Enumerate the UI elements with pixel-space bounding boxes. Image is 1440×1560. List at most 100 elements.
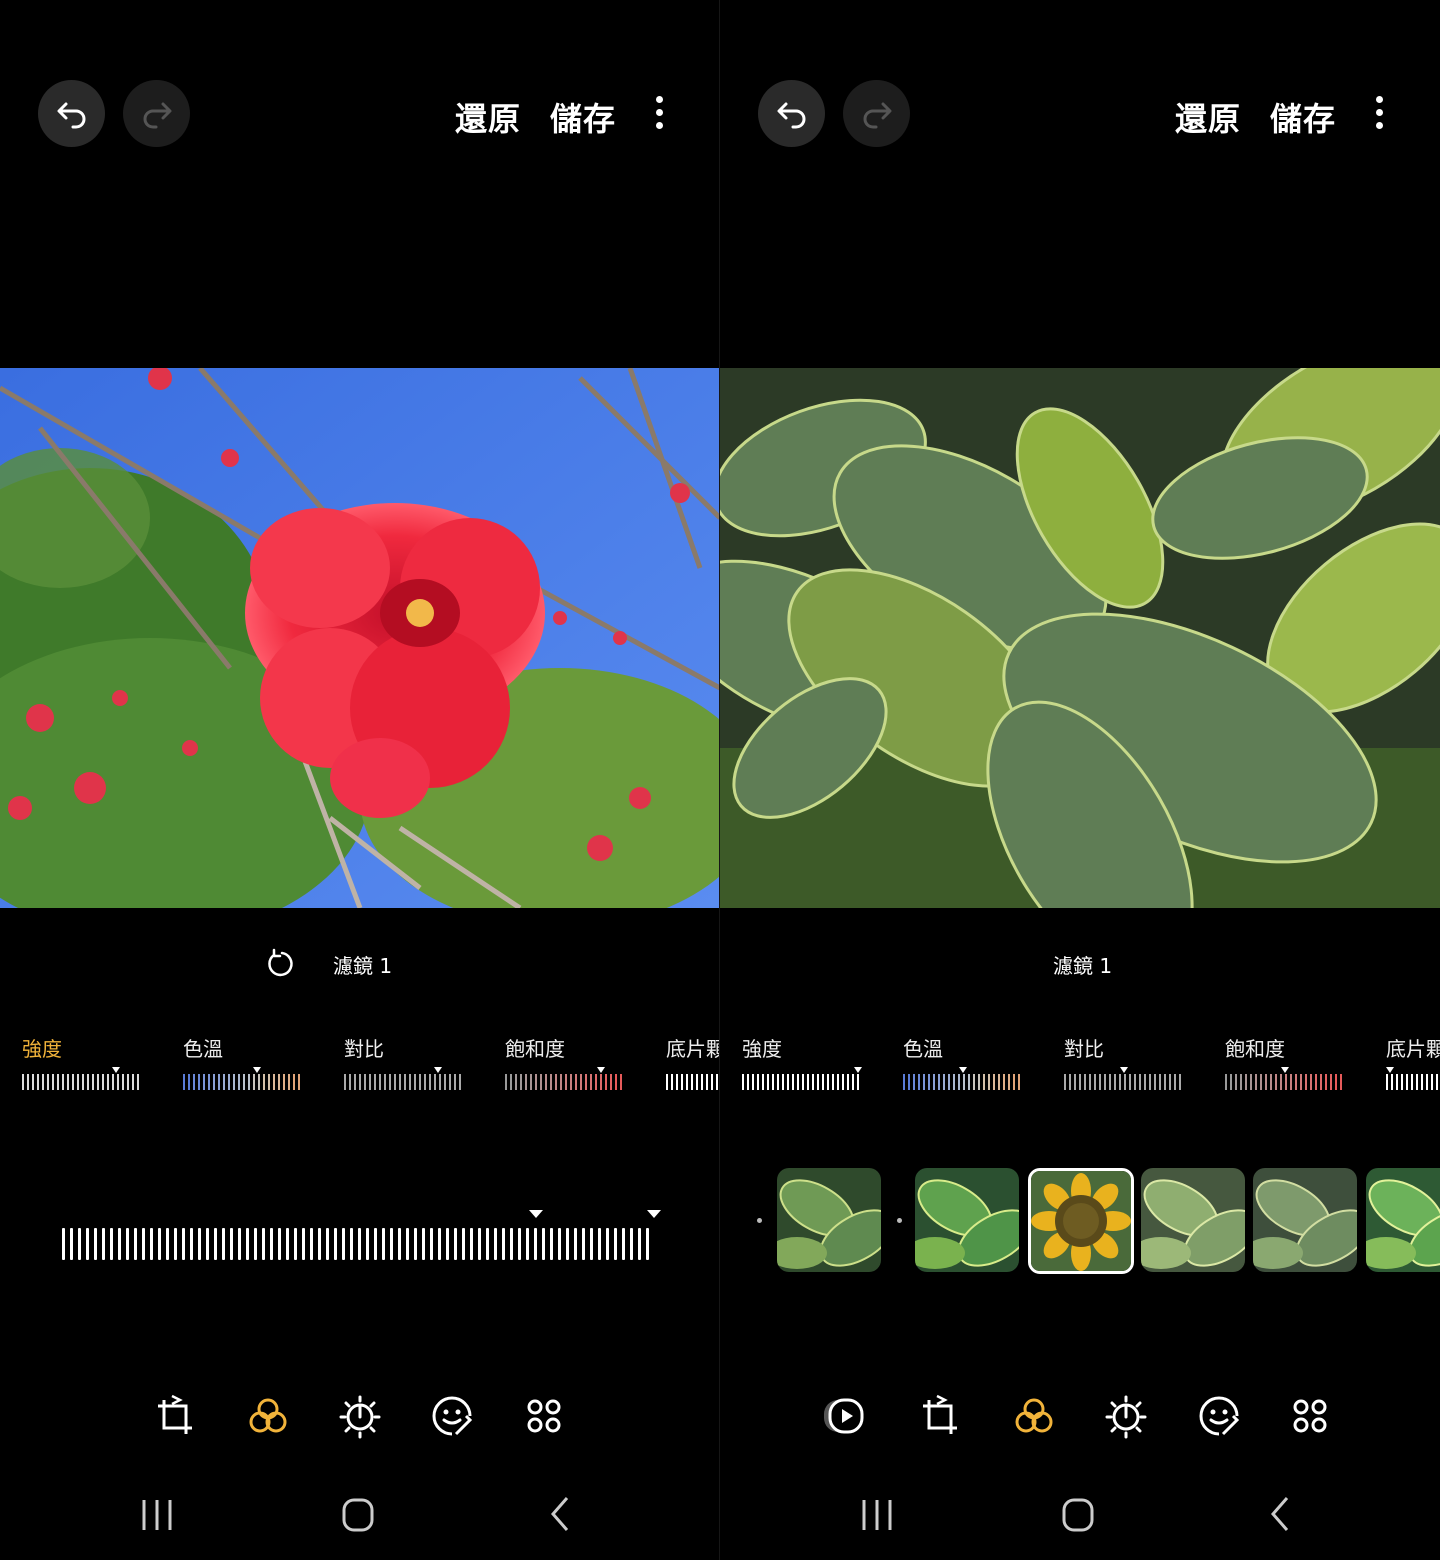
- adjust-tick: [1144, 1074, 1146, 1090]
- adjust-tick: [706, 1074, 708, 1090]
- intensity-slider[interactable]: [62, 1228, 662, 1264]
- save-button[interactable]: 儲存: [550, 94, 616, 140]
- adjust-tick: [802, 1074, 804, 1090]
- adjust-tick: [742, 1074, 744, 1090]
- adjust-tick: [419, 1074, 421, 1090]
- adjust-tick: [97, 1074, 99, 1090]
- adjust-tick: [666, 1074, 668, 1090]
- adjust-tick: [671, 1074, 673, 1090]
- adjust-label: 強度: [742, 1037, 782, 1061]
- adjust-film-grain[interactable]: 底片顆: [1386, 1033, 1440, 1092]
- adjust-film-grain[interactable]: 底片顆: [666, 1033, 720, 1092]
- adjust-label: 強度: [22, 1037, 62, 1061]
- adjust-label: 色溫: [183, 1037, 223, 1061]
- adjust-saturation[interactable]: 飽和度: [1225, 1033, 1365, 1092]
- adjust-temperature[interactable]: 色溫: [183, 1033, 323, 1092]
- adjust-intensity[interactable]: 強度: [742, 1033, 882, 1092]
- adjust-tick: [253, 1074, 255, 1090]
- recent-apps-icon[interactable]: [852, 1490, 902, 1540]
- slider-tick: [166, 1228, 169, 1260]
- video-icon[interactable]: [820, 1392, 868, 1440]
- home-icon[interactable]: [1053, 1490, 1103, 1540]
- adjust-tick: [1154, 1074, 1156, 1090]
- home-icon[interactable]: [333, 1490, 383, 1540]
- reset-icon[interactable]: [266, 948, 298, 980]
- adjust-tick: [782, 1074, 784, 1090]
- adjust-tick: [585, 1074, 587, 1090]
- filter-icon[interactable]: [244, 1392, 292, 1440]
- slider-tick: [390, 1228, 393, 1260]
- adjust-tick: [188, 1074, 190, 1090]
- filter-thumbnail[interactable]: [1253, 1168, 1357, 1272]
- adjust-tick: [701, 1074, 703, 1090]
- adjust-tick: [293, 1074, 295, 1090]
- adjust-tick: [938, 1074, 940, 1090]
- slider-tick: [254, 1228, 257, 1260]
- crop-rotate-icon[interactable]: [917, 1392, 965, 1440]
- crop-rotate-icon[interactable]: [152, 1392, 200, 1440]
- adjust-tick: [1124, 1074, 1126, 1090]
- adjust-tick: [545, 1074, 547, 1090]
- slider-tick: [110, 1228, 113, 1260]
- adjust-temperature[interactable]: 色溫: [903, 1033, 1043, 1092]
- editor-pane-right: 還原 儲存 濾鏡 1 強度 色溫 對比 飽和度 底片顆: [720, 0, 1440, 1560]
- adjust-tick: [963, 1074, 965, 1090]
- adjust-tick: [842, 1074, 844, 1090]
- adjust-contrast[interactable]: 對比: [344, 1033, 484, 1092]
- adjust-tick: [1235, 1074, 1237, 1090]
- slider-tick: [70, 1228, 73, 1260]
- adjust-saturation[interactable]: 飽和度: [505, 1033, 645, 1092]
- filter-thumbnail[interactable]: [1366, 1168, 1440, 1272]
- adjust-tick: [696, 1074, 698, 1090]
- filter-thumbnail[interactable]: [777, 1168, 881, 1272]
- more-options-button[interactable]: [648, 96, 670, 136]
- slider-tick: [318, 1228, 321, 1260]
- filter-icon[interactable]: [1010, 1392, 1058, 1440]
- more-tools-icon[interactable]: [520, 1392, 568, 1440]
- adjust-tick: [359, 1074, 361, 1090]
- slider-tick: [382, 1228, 385, 1260]
- adjust-label: 飽和度: [505, 1037, 565, 1061]
- brightness-icon[interactable]: [336, 1392, 384, 1440]
- adjust-bar: [1386, 1067, 1440, 1092]
- adjust-tick: [550, 1074, 552, 1090]
- filter-thumbnail[interactable]: [1141, 1168, 1245, 1272]
- more-tools-icon[interactable]: [1286, 1392, 1334, 1440]
- sticker-icon[interactable]: [1195, 1392, 1243, 1440]
- adjust-contrast[interactable]: 對比: [1064, 1033, 1204, 1092]
- adjust-tick: [268, 1074, 270, 1090]
- redo-button[interactable]: [123, 80, 190, 147]
- undo-button[interactable]: [38, 80, 105, 147]
- redo-button[interactable]: [843, 80, 910, 147]
- leaves-thumbnail: [777, 1168, 881, 1272]
- undo-button[interactable]: [758, 80, 825, 147]
- filter-thumbnail[interactable]: [915, 1168, 1019, 1272]
- more-options-button[interactable]: [1368, 96, 1390, 136]
- filter-thumbnail-selected[interactable]: [1028, 1168, 1134, 1274]
- back-icon[interactable]: [535, 1490, 585, 1540]
- slider-tick: [350, 1228, 353, 1260]
- adjust-tick: [459, 1074, 461, 1090]
- slider-tick: [102, 1228, 105, 1260]
- recent-apps-icon[interactable]: [132, 1490, 182, 1540]
- back-icon[interactable]: [1255, 1490, 1305, 1540]
- filter-thumbnail-strip: [720, 1168, 1440, 1274]
- slider-tick: [534, 1228, 537, 1260]
- leaves-photo: [720, 368, 1440, 908]
- save-button[interactable]: 儲存: [1270, 94, 1336, 140]
- sticker-icon[interactable]: [428, 1392, 476, 1440]
- adjust-tick: [948, 1074, 950, 1090]
- adjust-tick: [1250, 1074, 1252, 1090]
- adjust-tick: [827, 1074, 829, 1090]
- revert-button[interactable]: 還原: [1175, 94, 1241, 140]
- adjust-tick: [1310, 1074, 1312, 1090]
- revert-button[interactable]: 還原: [455, 94, 521, 140]
- slider-tick: [222, 1228, 225, 1260]
- adjust-tick: [822, 1074, 824, 1090]
- undo-icon: [57, 102, 85, 128]
- brightness-icon[interactable]: [1102, 1392, 1150, 1440]
- slider-tick: [302, 1228, 305, 1260]
- adjust-tick: [1094, 1074, 1096, 1090]
- slider-tick: [462, 1228, 465, 1260]
- adjust-intensity[interactable]: 強度: [22, 1033, 162, 1092]
